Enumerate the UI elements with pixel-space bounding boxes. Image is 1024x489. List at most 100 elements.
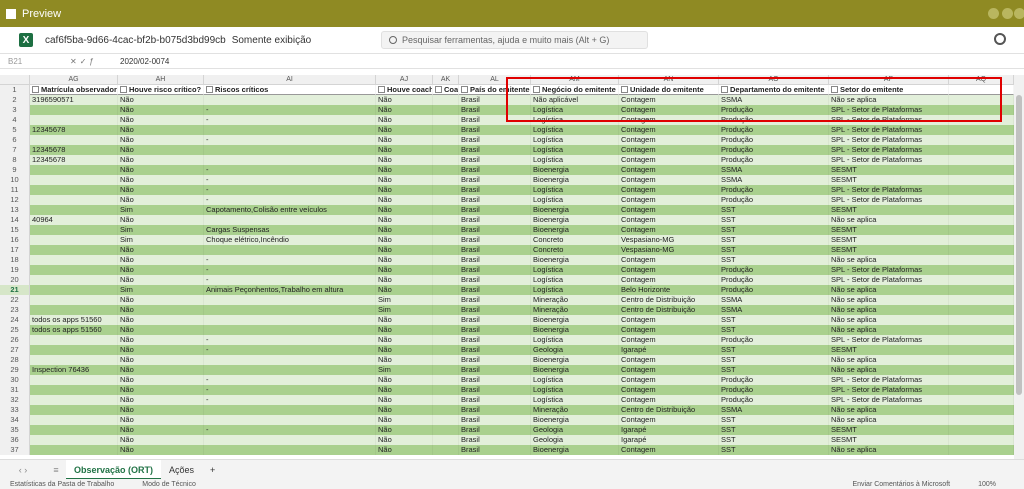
grid-cell[interactable]: Brasil <box>459 265 531 275</box>
grid-cell[interactable]: Sim <box>118 205 204 215</box>
grid-cell[interactable] <box>30 355 118 365</box>
grid-cell[interactable] <box>949 335 1014 345</box>
grid-cell[interactable]: - <box>204 195 376 205</box>
grid-cell[interactable]: 3196590571 <box>30 95 118 105</box>
grid-cell[interactable] <box>433 365 459 375</box>
grid-cell[interactable]: Contagem <box>619 145 719 155</box>
filter-dropdown-icon[interactable] <box>206 86 213 93</box>
grid-cell[interactable]: Contagem <box>619 115 719 125</box>
grid-cell[interactable]: Contagem <box>619 205 719 215</box>
grid-cell[interactable]: 12345678 <box>30 155 118 165</box>
grid-cell[interactable]: Não <box>376 425 433 435</box>
grid-cell[interactable]: Logística <box>531 155 619 165</box>
row-number[interactable]: 33 <box>0 405 30 415</box>
grid-cell[interactable] <box>949 105 1014 115</box>
grid-cell[interactable]: Sim <box>118 285 204 295</box>
grid-cell[interactable]: - <box>204 375 376 385</box>
grid-cell[interactable]: Não <box>376 385 433 395</box>
grid-cell[interactable]: Não <box>118 385 204 395</box>
grid-cell[interactable]: Logística <box>531 375 619 385</box>
grid-cell[interactable]: Bioenergia <box>531 215 619 225</box>
grid-cell[interactable]: Contagem <box>619 385 719 395</box>
column-header[interactable]: AJ <box>376 75 433 84</box>
grid-cell[interactable]: SPL - Setor de Plataformas <box>829 275 949 285</box>
grid-cell[interactable]: Contagem <box>619 445 719 455</box>
grid-cell[interactable]: Contagem <box>619 415 719 425</box>
grid-cell[interactable]: Concreto <box>531 235 619 245</box>
grid-cell[interactable]: - <box>204 275 376 285</box>
grid-cell[interactable] <box>30 115 118 125</box>
grid-cell[interactable]: Bioenergia <box>531 165 619 175</box>
grid-cell[interactable]: SST <box>719 245 829 255</box>
grid-cell[interactable] <box>949 205 1014 215</box>
column-header[interactable]: AH <box>118 75 204 84</box>
grid-cell[interactable] <box>433 235 459 245</box>
grid-cell[interactable]: Não <box>376 445 433 455</box>
grid-cell[interactable]: Bioenergia <box>531 325 619 335</box>
grid-cell[interactable]: SPL - Setor de Plataformas <box>829 195 949 205</box>
grid-cell[interactable]: Concreto <box>531 245 619 255</box>
grid-cell[interactable]: Brasil <box>459 365 531 375</box>
grid-cell[interactable]: Brasil <box>459 435 531 445</box>
row-number[interactable]: 36 <box>0 435 30 445</box>
grid-cell[interactable]: SST <box>719 325 829 335</box>
grid-cell[interactable]: Brasil <box>459 275 531 285</box>
grid-cell[interactable]: SST <box>719 345 829 355</box>
grid-cell[interactable]: Não <box>376 155 433 165</box>
grid-cell[interactable]: Brasil <box>459 105 531 115</box>
grid-cell[interactable]: Não <box>118 265 204 275</box>
grid-cell[interactable]: Contagem <box>619 355 719 365</box>
column-header[interactable]: AI <box>204 75 376 84</box>
header-cell[interactable]: Houve coach? <box>376 85 433 95</box>
grid-cell[interactable]: Não <box>118 115 204 125</box>
grid-cell[interactable]: Bioenergia <box>531 225 619 235</box>
grid-cell[interactable]: Produção <box>719 115 829 125</box>
search-box[interactable]: Pesquisar ferramentas, ajuda e muito mai… <box>381 31 648 49</box>
row-number[interactable]: 27 <box>0 345 30 355</box>
grid-cell[interactable]: Choque elétrico,Incêndio <box>204 235 376 245</box>
grid-cell[interactable]: - <box>204 335 376 345</box>
grid-cell[interactable]: Não <box>118 365 204 375</box>
tab-observacao[interactable]: Observação (ORT) <box>66 459 162 480</box>
grid-cell[interactable]: Não <box>118 165 204 175</box>
grid-cell[interactable]: SESMT <box>829 225 949 235</box>
column-header[interactable]: AK <box>433 75 459 84</box>
grid-cell[interactable] <box>433 205 459 215</box>
grid-cell[interactable]: Logística <box>531 285 619 295</box>
column-header[interactable]: AN <box>619 75 719 84</box>
grid-cell[interactable] <box>433 355 459 365</box>
grid-cell[interactable]: Geologia <box>531 425 619 435</box>
grid-cell[interactable]: Não se aplica <box>829 445 949 455</box>
grid-cell[interactable]: Não <box>118 345 204 355</box>
grid-cell[interactable] <box>949 445 1014 455</box>
grid-cell[interactable] <box>30 375 118 385</box>
grid-cell[interactable] <box>949 395 1014 405</box>
row-number[interactable]: 17 <box>0 245 30 255</box>
grid-cell[interactable]: Centro de Distribuição <box>619 305 719 315</box>
grid-cell[interactable]: Belo Horizonte <box>619 285 719 295</box>
grid-cell[interactable]: - <box>204 345 376 355</box>
grid-cell[interactable]: Produção <box>719 145 829 155</box>
grid-cell[interactable]: Não <box>376 245 433 255</box>
grid-cell[interactable]: Não <box>376 315 433 325</box>
grid-cell[interactable]: Não <box>118 105 204 115</box>
grid-cell[interactable]: Não <box>376 265 433 275</box>
grid-cell[interactable]: Produção <box>719 105 829 115</box>
grid-cell[interactable]: Brasil <box>459 295 531 305</box>
row-number[interactable]: 15 <box>0 225 30 235</box>
grid-cell[interactable] <box>30 165 118 175</box>
grid-cell[interactable] <box>949 345 1014 355</box>
grid-cell[interactable]: Contagem <box>619 155 719 165</box>
grid-cell[interactable]: Bioenergia <box>531 175 619 185</box>
filter-dropdown-icon[interactable] <box>435 86 442 93</box>
grid-cell[interactable] <box>30 195 118 205</box>
grid-cell[interactable]: Produção <box>719 385 829 395</box>
grid-cell[interactable] <box>949 405 1014 415</box>
grid-cell[interactable]: Contagem <box>619 95 719 105</box>
grid-cell[interactable]: Não <box>118 255 204 265</box>
grid-cell[interactable]: Brasil <box>459 95 531 105</box>
grid-cell[interactable]: Não se aplica <box>829 405 949 415</box>
row-number[interactable]: 37 <box>0 445 30 455</box>
grid-cell[interactable]: 40964 <box>30 215 118 225</box>
grid-cell[interactable]: Não se aplica <box>829 415 949 425</box>
